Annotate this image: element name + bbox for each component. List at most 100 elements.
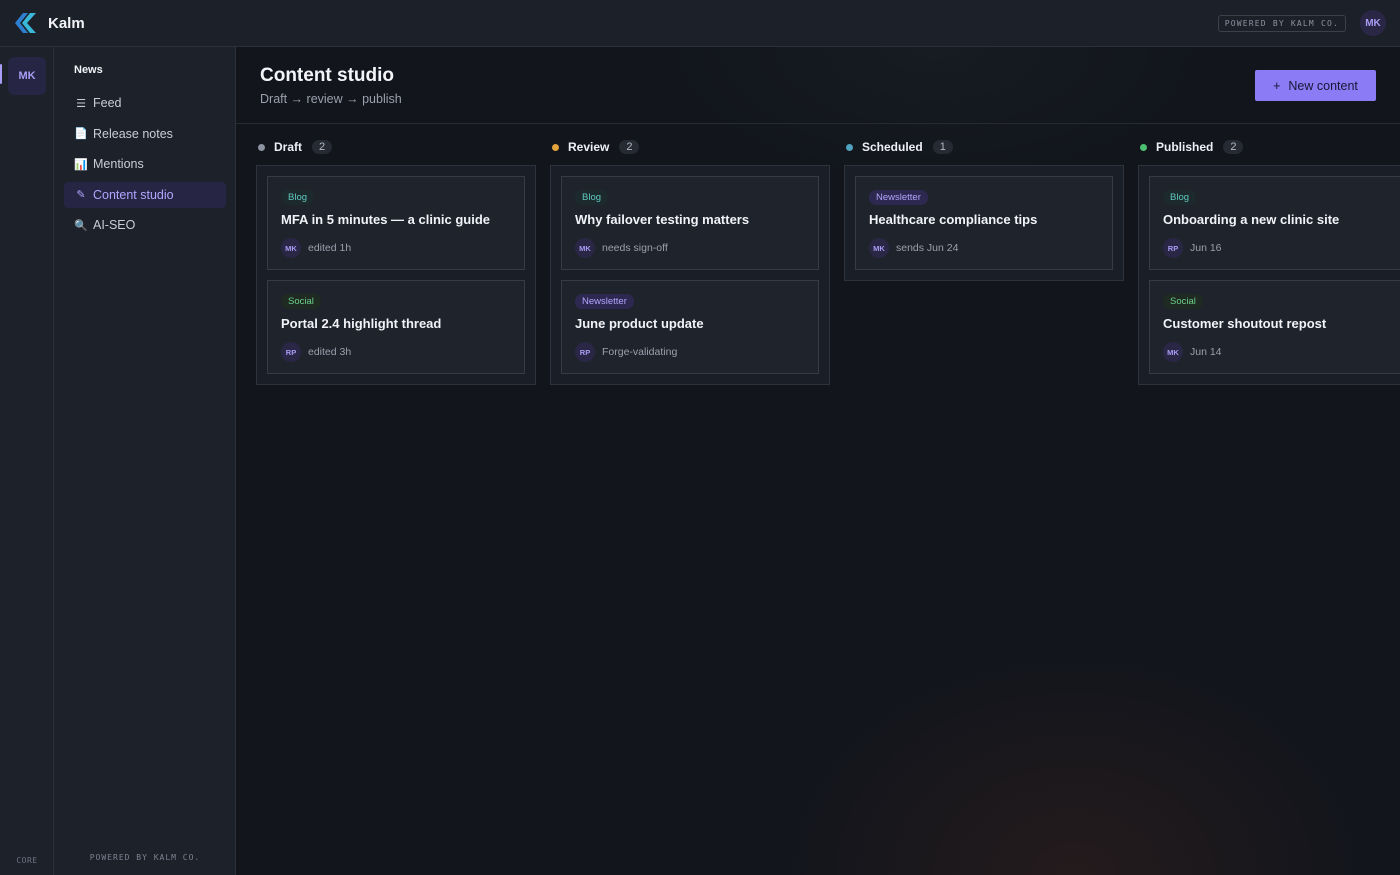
column-body: Blog Onboarding a new clinic site RP Jun… — [1138, 165, 1400, 385]
magnifier-icon: 🔍 — [74, 219, 88, 232]
column-header: Draft 2 — [256, 139, 536, 155]
sidebar-item-label: Release notes — [93, 126, 173, 141]
author-avatar: RP — [281, 342, 301, 362]
sidebar-heading: News — [74, 64, 103, 76]
user-avatar[interactable]: MK — [1360, 10, 1386, 36]
card-status-text: edited 1h — [308, 242, 352, 254]
card-status-text: Jun 14 — [1190, 346, 1222, 358]
workspace-avatar[interactable]: MK — [8, 57, 46, 95]
card-status-text: sends Jun 24 — [896, 242, 959, 254]
plus-icon: + — [1273, 78, 1281, 93]
card-meta: MK Jun 14 — [1163, 342, 1222, 362]
card-title: Why failover testing matters — [575, 212, 750, 227]
column-body: Newsletter Healthcare compliance tips MK… — [844, 165, 1124, 281]
card-status-text: needs sign-off — [602, 242, 668, 254]
sidebar-nav: ☰ Feed 📄 Release notes 📊 Mentions ✎ Cont… — [64, 90, 226, 243]
sidebar-item-release-notes[interactable]: 📄 Release notes — [64, 121, 226, 147]
type-tag: Blog — [575, 190, 609, 205]
document-icon: 📄 — [74, 128, 88, 140]
column-review: Review 2 Blog Why failover testing matte… — [550, 139, 830, 385]
column-draft: Draft 2 Blog MFA in 5 minutes — a clinic… — [256, 139, 536, 385]
app-name: Kalm — [48, 14, 85, 32]
sidebar: News ☰ Feed 📄 Release notes 📊 Mentions ✎… — [54, 47, 236, 875]
type-tag: Blog — [1163, 190, 1197, 205]
status-dot — [552, 143, 559, 151]
card-title: Customer shoutout repost — [1163, 316, 1327, 331]
workspace-rail: MK CORE — [0, 47, 54, 875]
card-status-text: Forge-validating — [602, 346, 678, 358]
content-card[interactable]: Newsletter Healthcare compliance tips MK… — [855, 176, 1113, 270]
column-header: Published 2 — [1138, 139, 1400, 155]
status-dot — [846, 143, 853, 151]
column-count: 1 — [932, 140, 953, 154]
card-title: June product update — [575, 316, 704, 331]
sidebar-item-mentions[interactable]: 📊 Mentions — [64, 151, 226, 177]
card-meta: RP Jun 16 — [1163, 238, 1222, 258]
column-header: Scheduled 1 — [844, 139, 1124, 155]
column-count: 2 — [619, 140, 640, 154]
chart-icon: 📊 — [74, 158, 88, 171]
sidebar-item-label: Feed — [93, 96, 122, 110]
logo[interactable]: Kalm — [14, 10, 85, 36]
type-tag: Blog — [281, 190, 315, 205]
column-name: Scheduled — [862, 140, 923, 154]
pencil-icon: ✎ — [76, 189, 86, 201]
column-body: Blog MFA in 5 minutes — a clinic guide M… — [256, 165, 536, 385]
rail-active-indicator — [0, 64, 2, 84]
card-status-text: Jun 16 — [1190, 242, 1222, 254]
column-count: 2 — [1223, 140, 1244, 154]
page-header: Content studio Draft → review → publish … — [236, 47, 1400, 124]
sidebar-item-label: Content studio — [93, 187, 174, 202]
card-meta: RP edited 3h — [281, 342, 351, 362]
card-title: Onboarding a new clinic site — [1163, 212, 1340, 227]
content-card[interactable]: Social Portal 2.4 highlight thread RP ed… — [267, 280, 525, 374]
page-subtitle: Draft → review → publish — [260, 92, 402, 106]
author-avatar: MK — [1163, 342, 1183, 362]
type-tag: Newsletter — [869, 190, 928, 205]
rail-footer: CORE — [16, 856, 38, 865]
column-scheduled: Scheduled 1 Newsletter Healthcare compli… — [844, 139, 1124, 281]
author-avatar: MK — [281, 238, 301, 258]
column-name: Published — [1156, 140, 1214, 154]
card-title: Healthcare compliance tips — [869, 212, 1038, 227]
author-avatar: RP — [1163, 238, 1183, 258]
sidebar-item-label: Mentions — [93, 157, 144, 171]
column-name: Draft — [274, 140, 303, 154]
author-avatar: RP — [575, 342, 595, 362]
kalm-logo-icon — [15, 13, 36, 33]
content-card[interactable]: Social Customer shoutout repost MK Jun 1… — [1149, 280, 1400, 374]
content-card[interactable]: Blog Onboarding a new clinic site RP Jun… — [1149, 176, 1400, 270]
column-published: Published 2 Blog Onboarding a new clinic… — [1138, 139, 1400, 385]
sidebar-item-content-studio[interactable]: ✎ Content studio — [64, 181, 226, 208]
sidebar-item-label: AI-SEO — [93, 218, 136, 232]
status-dot — [1140, 143, 1147, 151]
column-count: 2 — [312, 140, 333, 154]
new-content-label: New content — [1288, 78, 1358, 93]
main-content: Content studio Draft → review → publish … — [236, 47, 1400, 875]
type-tag: Social — [281, 294, 321, 309]
card-title: Portal 2.4 highlight thread — [281, 316, 442, 331]
status-dot — [258, 143, 265, 151]
sidebar-item-feed[interactable]: ☰ Feed — [64, 90, 226, 116]
author-avatar: MK — [575, 238, 595, 258]
column-header: Review 2 — [550, 139, 830, 155]
content-card[interactable]: Blog MFA in 5 minutes — a clinic guide M… — [267, 176, 525, 270]
column-name: Review — [568, 140, 610, 154]
type-tag: Newsletter — [575, 294, 634, 309]
list-icon: ☰ — [76, 97, 86, 110]
page-title: Content studio — [260, 65, 395, 86]
card-meta: RP Forge-validating — [575, 342, 677, 362]
author-avatar: MK — [869, 238, 889, 258]
type-tag: Social — [1163, 294, 1203, 309]
content-card[interactable]: Blog Why failover testing matters MK nee… — [561, 176, 819, 270]
card-meta: MK needs sign-off — [575, 238, 668, 258]
content-card[interactable]: Newsletter June product update RP Forge-… — [561, 280, 819, 374]
powered-badge: POWERED BY KALM CO. — [1217, 14, 1346, 32]
sidebar-footer: POWERED BY KALM CO. — [89, 853, 201, 862]
card-status-text: edited 3h — [308, 346, 352, 358]
card-meta: MK sends Jun 24 — [869, 238, 958, 258]
sidebar-item-ai-seo[interactable]: 🔍 AI-SEO — [64, 212, 226, 238]
card-meta: MK edited 1h — [281, 238, 351, 258]
new-content-button[interactable]: + New content — [1255, 70, 1376, 101]
top-bar: Kalm POWERED BY KALM CO. MK — [0, 0, 1400, 47]
